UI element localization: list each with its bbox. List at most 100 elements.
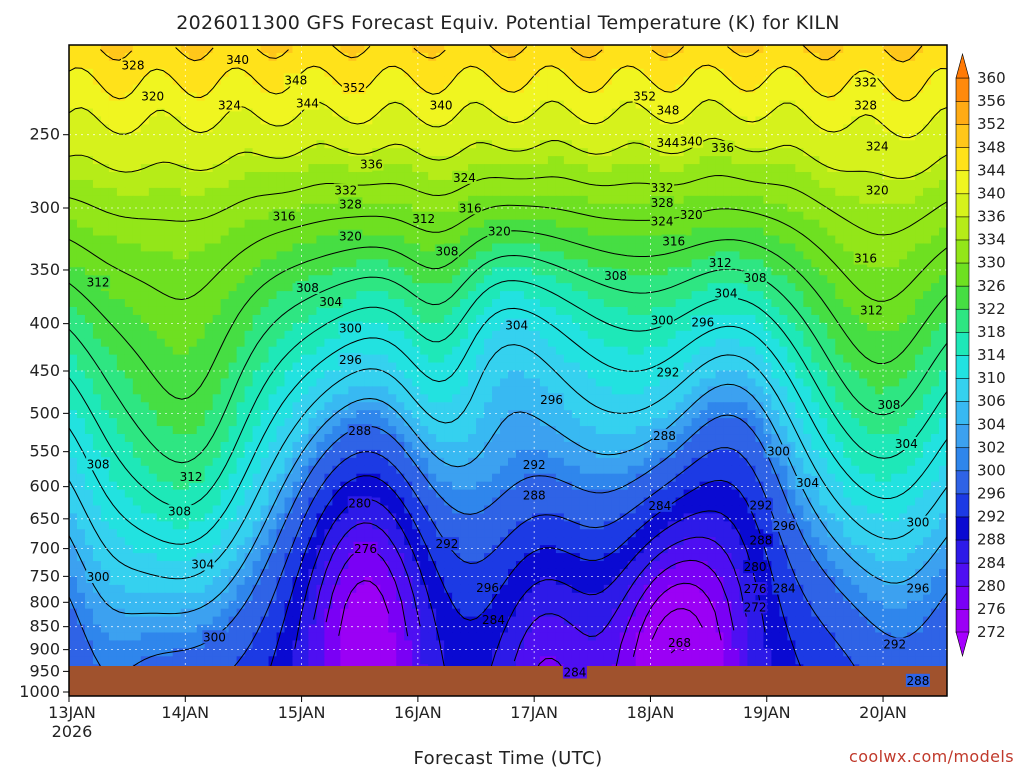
- heat-cell: [795, 195, 804, 205]
- heat-cell: [875, 45, 884, 54]
- heat-cell: [252, 100, 262, 110]
- heat-cell: [284, 243, 294, 253]
- heat-cell: [795, 45, 804, 54]
- heat-cell: [635, 164, 645, 173]
- heat-cell: [875, 283, 884, 292]
- heat-cell: [356, 68, 365, 78]
- heat-cell: [172, 187, 182, 197]
- heat-cell: [611, 60, 621, 70]
- heat-cell: [180, 330, 190, 340]
- heat-cell: [515, 211, 525, 221]
- heat-cell: [779, 346, 788, 356]
- heat-cell: [300, 394, 310, 403]
- heat-cell: [923, 291, 932, 300]
- heat-cell: [867, 394, 876, 403]
- heat-cell: [555, 116, 565, 125]
- heat-cell: [707, 156, 717, 165]
- heat-cell: [300, 370, 310, 380]
- heat-cell: [739, 68, 749, 78]
- heat-cell: [436, 148, 445, 157]
- heat-cell: [795, 283, 804, 292]
- heat-cell: [316, 52, 326, 62]
- heat-cell: [252, 68, 262, 78]
- heat-cell: [715, 156, 725, 165]
- heat-cell: [132, 251, 142, 260]
- heat-cell: [811, 164, 820, 173]
- heat-cell: [611, 259, 621, 268]
- heat-cell: [204, 227, 214, 237]
- heat-cell: [555, 172, 565, 181]
- heat-cell: [204, 235, 214, 245]
- heat-cell: [92, 291, 102, 300]
- heat-cell: [579, 235, 589, 245]
- heat-cell: [611, 306, 621, 316]
- heat-cell: [827, 84, 836, 94]
- heat-cell: [603, 68, 613, 78]
- heat-cell: [755, 45, 765, 54]
- heat-cell: [787, 219, 796, 229]
- heat-cell: [619, 156, 629, 165]
- heat-cell: [563, 275, 573, 284]
- heat-cell: [571, 132, 581, 141]
- heat-cell: [260, 164, 270, 173]
- heat-cell: [787, 354, 796, 364]
- heat-cell: [100, 179, 110, 189]
- heat-cell: [412, 116, 421, 125]
- heat-cell: [523, 179, 533, 189]
- heat-cell: [124, 219, 134, 229]
- heat-cell: [859, 322, 868, 332]
- heat-cell: [372, 219, 381, 229]
- heat-cell: [859, 275, 868, 284]
- heat-cell: [835, 60, 844, 70]
- heat-cell: [476, 116, 485, 125]
- heat-cell: [69, 92, 78, 102]
- heat-cell: [92, 394, 102, 403]
- heat-cell: [444, 338, 453, 348]
- heat-cell: [204, 132, 214, 141]
- heat-cell: [835, 100, 844, 110]
- heat-cell: [739, 394, 749, 403]
- heat-cell: [204, 195, 214, 205]
- heat-cell: [771, 259, 780, 268]
- heat-cell: [595, 124, 605, 133]
- heat-cell: [787, 164, 796, 173]
- heat-cell: [611, 164, 621, 173]
- heat-cell: [851, 267, 860, 276]
- heat-cell: [923, 195, 932, 205]
- heat-cell: [444, 291, 453, 300]
- heat-cell: [763, 394, 772, 403]
- heat-cell: [595, 306, 605, 316]
- heat-cell: [100, 76, 110, 86]
- heat-cell: [811, 354, 820, 364]
- heat-cell: [436, 394, 445, 403]
- heat-cell: [747, 116, 757, 125]
- heat-cell: [332, 164, 341, 173]
- heat-cell: [212, 68, 222, 78]
- heat-cell: [515, 299, 525, 308]
- heat-cell: [931, 148, 940, 157]
- heat-cell: [436, 235, 445, 245]
- heat-cell: [899, 172, 908, 181]
- heat-cell: [795, 92, 804, 102]
- heat-cell: [603, 354, 613, 364]
- heat-cell: [436, 164, 445, 173]
- heat-cell: [563, 291, 573, 300]
- heat-cell: [915, 148, 924, 157]
- heat-cell: [468, 227, 477, 237]
- heat-cell: [108, 179, 118, 189]
- heat-cell: [555, 275, 565, 284]
- heat-cell: [100, 219, 110, 229]
- heat-cell: [515, 275, 525, 284]
- heat-cell: [404, 267, 413, 276]
- heat-cell: [228, 187, 238, 197]
- heat-cell: [188, 275, 198, 284]
- heat-cell: [324, 275, 333, 284]
- heat-cell: [923, 259, 932, 268]
- heat-cell: [795, 299, 804, 308]
- heat-cell: [372, 275, 381, 284]
- heat-cell: [308, 386, 318, 395]
- heat-cell: [212, 330, 222, 340]
- heat-cell: [835, 314, 844, 324]
- heat-cell: [627, 211, 637, 221]
- heat-cell: [236, 211, 246, 221]
